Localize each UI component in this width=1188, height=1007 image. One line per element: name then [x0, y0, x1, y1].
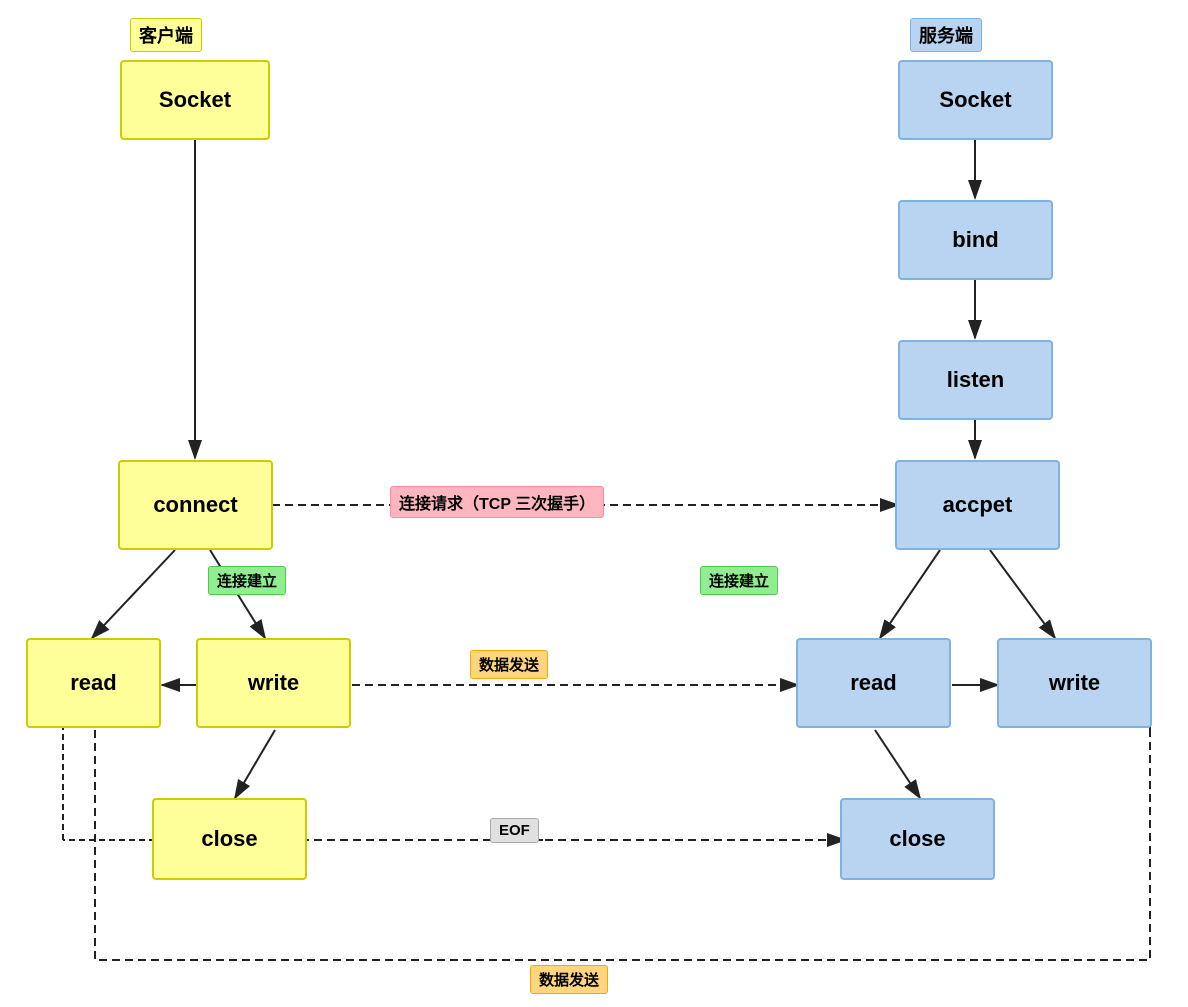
- server-socket-box: Socket: [898, 60, 1053, 140]
- connect-request-label: 连接请求（TCP 三次握手）: [390, 486, 604, 518]
- data-send-middle-label: 数据发送: [470, 650, 548, 679]
- client-label: 客户端: [130, 18, 202, 52]
- client-close-box: close: [152, 798, 307, 880]
- data-send-bottom-label: 数据发送: [530, 965, 608, 994]
- server-write-box: write: [997, 638, 1152, 728]
- eof-label: EOF: [490, 818, 539, 843]
- client-read-box: read: [26, 638, 161, 728]
- diagram-container: 客户端 服务端 Socket connect read write close …: [0, 0, 1188, 1007]
- server-read-box: read: [796, 638, 951, 728]
- server-bind-box: bind: [898, 200, 1053, 280]
- server-label: 服务端: [910, 18, 982, 52]
- connection-established-left-label: 连接建立: [208, 566, 286, 595]
- server-listen-box: listen: [898, 340, 1053, 420]
- server-close-box: close: [840, 798, 995, 880]
- client-socket-box: Socket: [120, 60, 270, 140]
- client-connect-box: connect: [118, 460, 273, 550]
- server-accpet-box: accpet: [895, 460, 1060, 550]
- connection-established-right-label: 连接建立: [700, 566, 778, 595]
- client-write-box: write: [196, 638, 351, 728]
